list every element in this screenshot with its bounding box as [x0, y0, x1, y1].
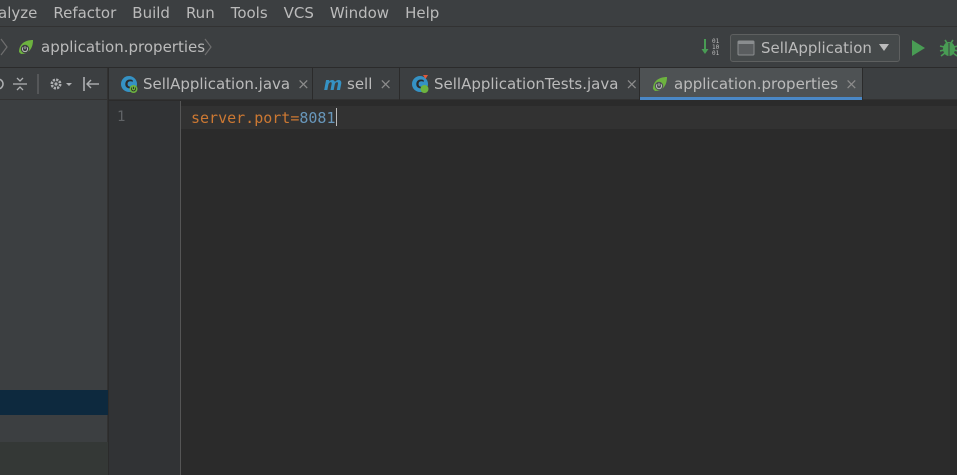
spring-leaf-icon [653, 77, 667, 91]
tab-application-properties[interactable]: application.properties × [640, 68, 863, 100]
breadcrumb-chevron-icon [204, 38, 212, 56]
property-key: server.port [191, 109, 291, 127]
menu-build[interactable]: Build [124, 0, 178, 27]
menu-window[interactable]: Window [322, 0, 397, 27]
line-number: 1 [117, 109, 126, 125]
close-icon[interactable]: × [379, 75, 392, 93]
breadcrumb-label: application.properties [41, 38, 206, 56]
breadcrumb-chevron-icon [0, 38, 8, 56]
breadcrumb-file[interactable]: application.properties [16, 36, 205, 58]
code-editor[interactable]: server.port=8081 [181, 101, 957, 475]
tab-label: application.properties [674, 75, 839, 93]
collapse-all-icon[interactable] [12, 76, 28, 92]
gear-icon[interactable] [48, 76, 74, 92]
spring-test-class-icon: C [412, 75, 429, 93]
debug-bug-icon[interactable] [938, 37, 957, 59]
close-icon[interactable]: × [625, 75, 638, 93]
tab-label: SellApplication.java [143, 75, 291, 93]
menu-refactor[interactable]: Refactor [45, 0, 124, 27]
run-icon[interactable] [908, 38, 928, 58]
tab-label: sell [347, 75, 373, 93]
menu-run[interactable]: Run [178, 0, 223, 27]
run-configuration-select[interactable]: SellApplication [730, 34, 900, 62]
tab-sell[interactable]: m sell × [313, 68, 400, 100]
chevron-down-icon [879, 44, 889, 51]
binary-sort-icon[interactable]: 01 10 01 [701, 36, 723, 58]
tab-label: SellApplicationTests.java [434, 75, 619, 93]
menu-help[interactable]: Help [397, 0, 447, 27]
close-icon[interactable]: × [845, 75, 858, 93]
text-cursor [335, 108, 337, 126]
spring-leaf-icon [19, 40, 33, 54]
application-config-icon [737, 40, 755, 56]
project-tool-window [0, 68, 108, 475]
maven-icon: m [323, 73, 343, 95]
hide-panel-icon[interactable] [82, 76, 100, 92]
property-value: 8081 [299, 109, 336, 127]
code-line[interactable]: server.port=8081 [191, 108, 337, 127]
run-configuration-label: SellApplication [761, 39, 872, 57]
svg-text:01: 01 [712, 50, 720, 57]
project-tree-selected-row[interactable] [0, 390, 108, 415]
project-panel-toolbar [0, 68, 108, 100]
toolbar-separator [37, 74, 39, 94]
close-icon[interactable]: × [297, 75, 310, 93]
menu-vcs[interactable]: VCS [276, 0, 322, 27]
tab-sellapplicationtests-java[interactable]: C SellApplicationTests.java × [400, 68, 640, 100]
menu-tools[interactable]: Tools [223, 0, 276, 27]
tab-sellapplication-java[interactable]: C SellApplication.java × [109, 68, 313, 100]
menu-bar: alyze Refactor Build Run Tools VCS Windo… [0, 0, 957, 27]
project-tree-row[interactable] [0, 442, 108, 475]
menu-analyze[interactable]: alyze [0, 0, 45, 27]
spring-class-icon: C [121, 76, 138, 93]
scroll-from-source-icon[interactable] [0, 76, 8, 92]
editor-gutter: 1 [109, 101, 181, 475]
editor-tab-bar: C SellApplication.java × m sell × C Sell… [109, 68, 957, 100]
